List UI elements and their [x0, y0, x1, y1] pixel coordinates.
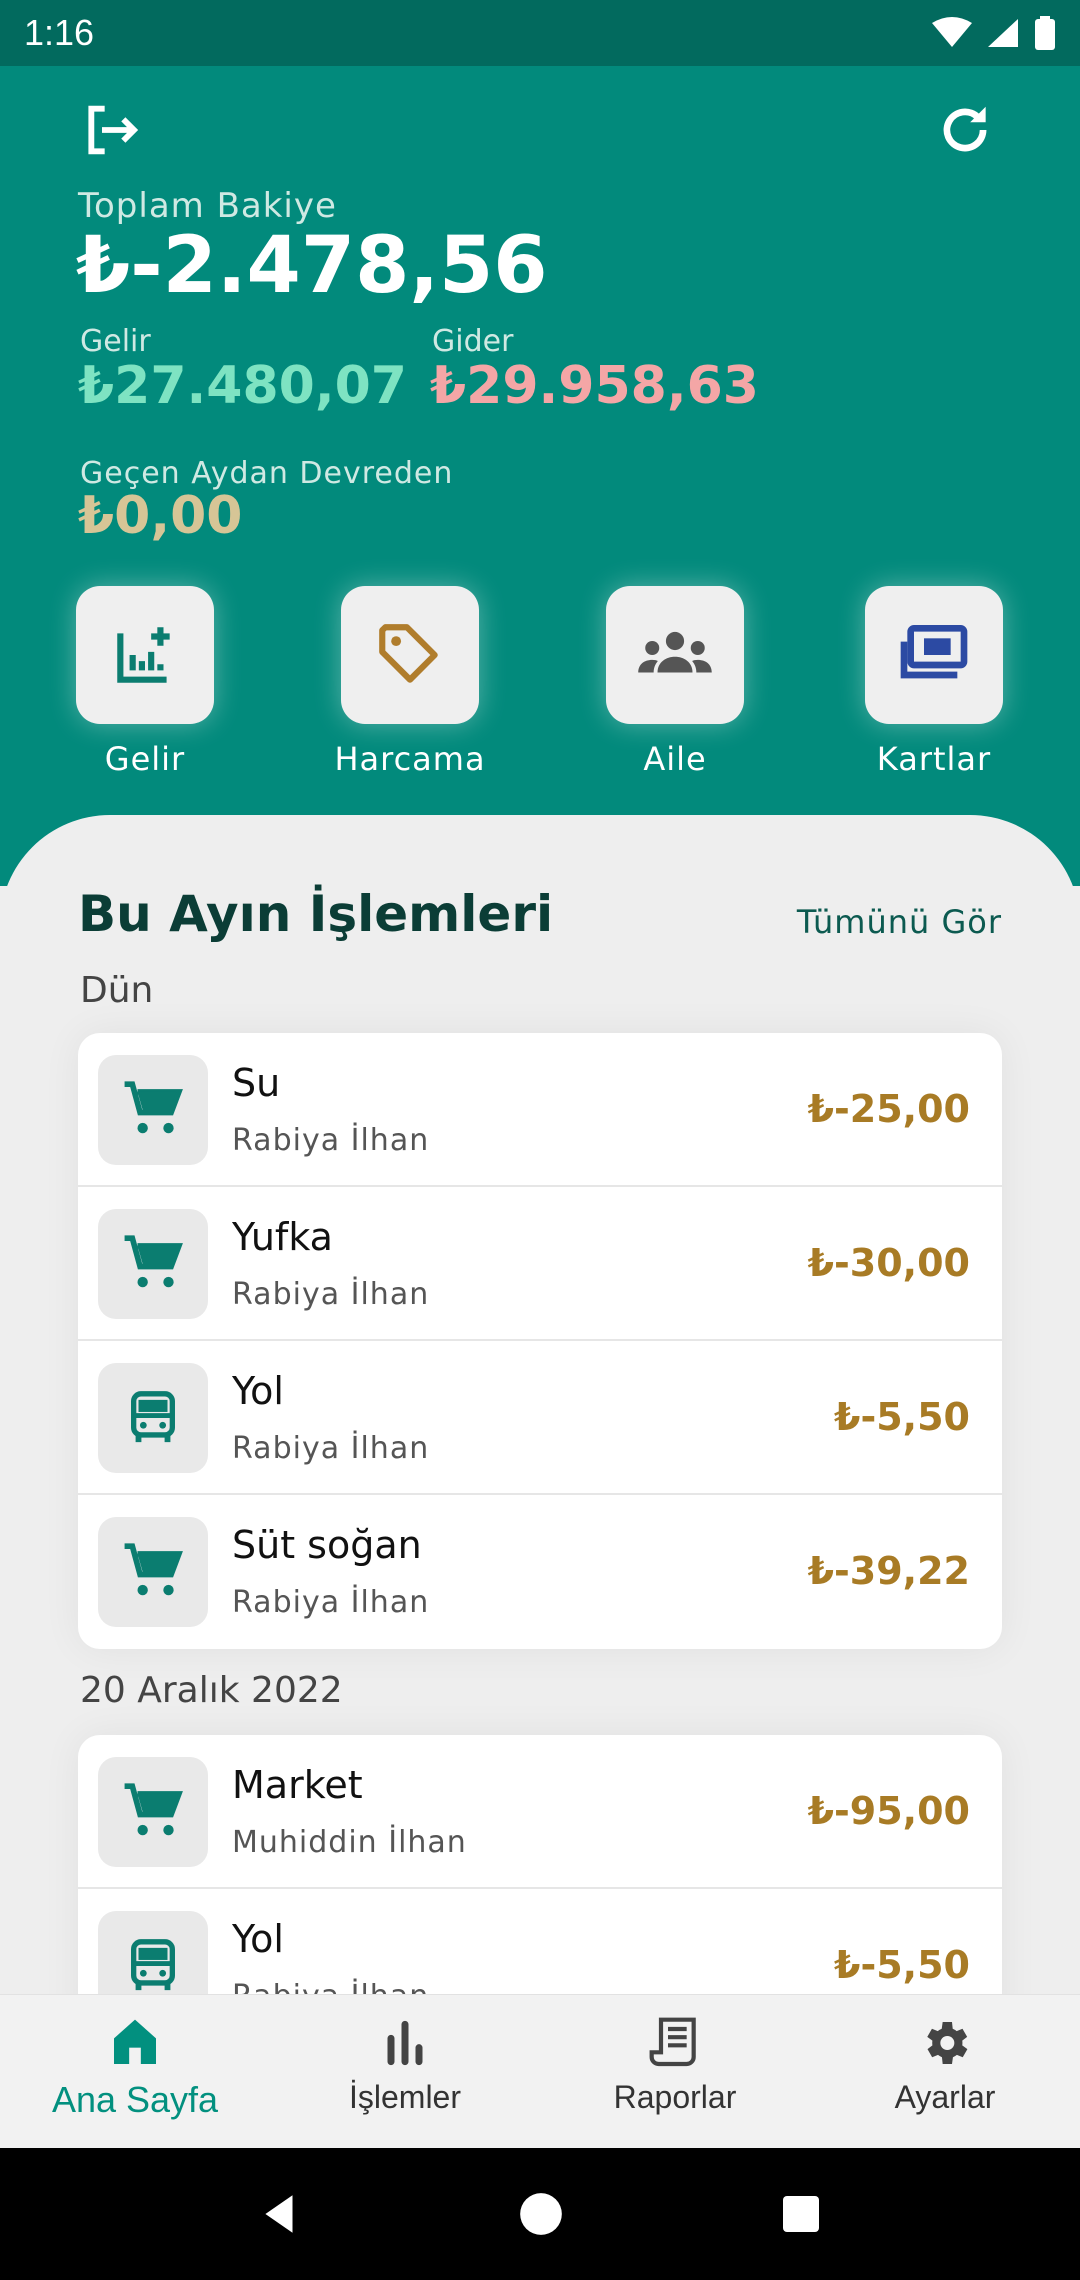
quick-action-gelir[interactable]: Gelir	[55, 586, 235, 778]
logout-icon	[88, 105, 139, 155]
row-title: Su	[232, 1061, 281, 1105]
carry-value: ₺0,00	[78, 486, 243, 546]
cart-icon	[124, 1543, 183, 1596]
transaction-row[interactable]: Market Muhiddin İlhan ₺-95,00	[78, 1735, 1002, 1889]
status-icons	[932, 16, 1056, 50]
bar-chart-icon	[387, 2020, 423, 2066]
row-icon-box	[98, 1757, 208, 1867]
row-title: Yufka	[232, 1215, 333, 1259]
transactions-sheet: Bu Ayın İşlemleri Tümünü Gör Dün Su Rabi…	[0, 815, 1080, 1995]
quick-action-box[interactable]	[865, 586, 1003, 724]
nav-label: Raporlar	[613, 2079, 737, 2115]
quick-action-box[interactable]	[606, 586, 744, 724]
quick-action-box[interactable]	[76, 586, 214, 724]
summary-header: Toplam Bakiye ₺-2.478,56 Gelir ₺27.480,0…	[0, 66, 1080, 886]
bottom-nav: Ana Sayfa İşlemler Raporlar Ayarlar	[0, 1994, 1080, 2148]
transaction-card: Su Rabiya İlhan ₺-25,00 Yufka Rabiya İlh…	[78, 1033, 1002, 1649]
transaction-row[interactable]: Yol Rabiya İlhan ₺-5,50	[78, 1889, 1002, 1995]
wifi-icon	[932, 17, 972, 47]
row-title: Market	[232, 1763, 363, 1807]
quick-action-harcama[interactable]: Harcama	[320, 586, 500, 778]
nav-label: Ana Sayfa	[51, 2079, 219, 2120]
balance-value: ₺-2.478,56	[76, 221, 548, 311]
refresh-button[interactable]	[925, 90, 1005, 170]
home-circle-icon[interactable]	[516, 2189, 566, 2239]
nav-ayarlar[interactable]: Ayarlar	[825, 2015, 1065, 2116]
row-person: Rabiya İlhan	[232, 1979, 429, 1995]
quick-action-label: Gelir	[104, 740, 186, 778]
cart-icon	[124, 1783, 183, 1836]
row-amount: ₺-25,00	[807, 1087, 970, 1131]
quick-action-label: Aile	[643, 740, 707, 778]
status-bar: 1:16	[0, 0, 1080, 66]
quick-action-label: Harcama	[334, 740, 486, 778]
transaction-row[interactable]: Su Rabiya İlhan ₺-25,00	[78, 1033, 1002, 1187]
row-person: Rabiya İlhan	[232, 1277, 430, 1312]
see-all-link[interactable]: Tümünü Gör	[797, 903, 1002, 941]
quick-action-label: Kartlar	[876, 740, 992, 778]
nav-label: Ayarlar	[894, 2079, 996, 2115]
transaction-card: Market Muhiddin İlhan ₺-95,00 Yol Rabiya…	[78, 1735, 1002, 1995]
transaction-row[interactable]: Yufka Rabiya İlhan ₺-30,00	[78, 1187, 1002, 1341]
cart-icon	[124, 1235, 183, 1288]
family-icon	[638, 631, 712, 673]
quick-action-box[interactable]	[341, 586, 479, 724]
receipt-icon	[649, 2017, 696, 2067]
back-icon[interactable]	[255, 2189, 305, 2239]
row-title: Yol	[232, 1369, 284, 1413]
row-icon-box	[98, 1363, 208, 1473]
row-amount: ₺-5,50	[834, 1943, 970, 1987]
expense-value: ₺29.958,63	[430, 356, 759, 416]
row-icon-box	[98, 1517, 208, 1627]
row-person: Rabiya İlhan	[232, 1431, 430, 1466]
transaction-row[interactable]: Yol Rabiya İlhan ₺-5,50	[78, 1341, 1002, 1495]
bus-icon	[131, 1391, 175, 1443]
balance-label: Toplam Bakiye	[78, 186, 337, 226]
home-icon	[114, 2019, 156, 2064]
system-nav-bar	[0, 2148, 1080, 2280]
row-icon-box	[98, 1911, 208, 1995]
bus-icon	[131, 1939, 175, 1991]
row-title: Yol	[232, 1917, 284, 1961]
recents-icon[interactable]	[777, 2190, 825, 2238]
signal-icon	[988, 19, 1018, 47]
income-value: ₺27.480,07	[78, 356, 407, 416]
row-amount: ₺-5,50	[834, 1395, 970, 1439]
add-chart-icon	[117, 627, 170, 683]
row-amount: ₺-39,22	[807, 1549, 970, 1593]
group-label: 20 Aralık 2022	[80, 1670, 343, 1711]
row-person: Muhiddin İlhan	[232, 1825, 467, 1860]
transactions-title: Bu Ayın İşlemleri	[78, 885, 554, 943]
nav-raporlar[interactable]: Raporlar	[555, 2015, 795, 2116]
row-person: Rabiya İlhan	[232, 1123, 430, 1158]
expense-label: Gider	[432, 324, 514, 359]
row-icon-box	[98, 1209, 208, 1319]
tag-icon	[379, 624, 438, 683]
gear-icon	[927, 2022, 968, 2064]
transaction-row[interactable]: Süt soğan Rabiya İlhan ₺-39,22	[78, 1495, 1002, 1649]
row-person: Rabiya İlhan	[232, 1585, 430, 1620]
quick-action-aile[interactable]: Aile	[585, 586, 765, 778]
row-icon-box	[98, 1055, 208, 1165]
quick-action-kartlar[interactable]: Kartlar	[844, 586, 1024, 778]
group-label: Dün	[80, 970, 154, 1011]
nav-islemler[interactable]: İşlemler	[285, 2015, 525, 2116]
income-label: Gelir	[80, 324, 151, 359]
cards-icon	[900, 625, 968, 679]
nav-label: İşlemler	[348, 2079, 461, 2115]
row-title: Süt soğan	[232, 1523, 422, 1567]
cart-icon	[124, 1081, 183, 1134]
status-time: 1:16	[24, 12, 95, 53]
nav-ana-sayfa[interactable]: Ana Sayfa	[15, 2015, 255, 2121]
battery-icon	[1035, 16, 1055, 50]
row-amount: ₺-95,00	[807, 1789, 970, 1833]
row-amount: ₺-30,00	[807, 1241, 970, 1285]
logout-button[interactable]	[70, 90, 150, 170]
refresh-icon	[943, 106, 987, 152]
